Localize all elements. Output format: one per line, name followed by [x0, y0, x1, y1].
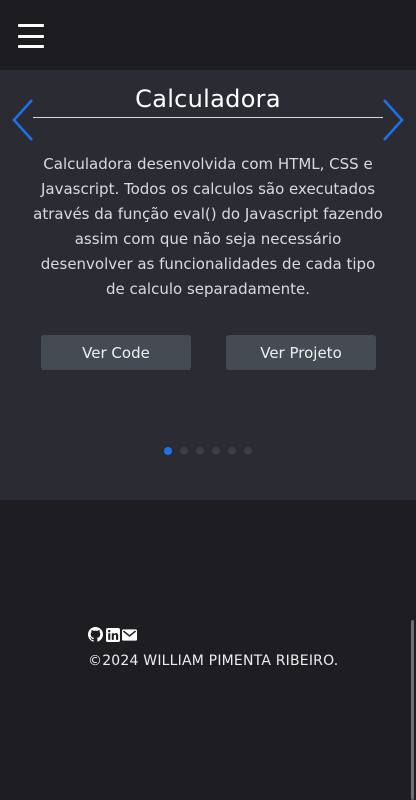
carousel-dot-1[interactable]: [164, 447, 172, 455]
projects-carousel: Calculadora Calculadora desenvolvida com…: [0, 70, 416, 500]
mail-icon[interactable]: [122, 627, 137, 642]
hamburger-menu-icon[interactable]: [18, 24, 46, 48]
carousel-dot-4[interactable]: [212, 447, 220, 455]
github-icon[interactable]: [88, 627, 103, 642]
scrollbar-thumb[interactable]: [411, 620, 414, 800]
menu-line: [18, 34, 44, 38]
slide-title: Calculadora: [33, 82, 383, 118]
menu-line: [18, 24, 44, 27]
slide-description: Calculadora desenvolvida com HTML, CSS e…: [33, 155, 383, 298]
carousel-dot-6[interactable]: [244, 447, 252, 455]
carousel-dot-2[interactable]: [180, 447, 188, 455]
view-project-button[interactable]: Ver Projeto: [226, 335, 376, 370]
carousel-dot-3[interactable]: [196, 447, 204, 455]
chevron-right-icon[interactable]: [378, 96, 408, 144]
copyright-text: ©2024 WILLIAM PIMENTA RIBEIRO.: [88, 653, 339, 669]
view-code-button[interactable]: Ver Code: [41, 335, 191, 370]
linkedin-icon[interactable]: [105, 627, 120, 642]
carousel-indicators: [164, 447, 252, 455]
social-links: [88, 627, 137, 642]
top-bar: [0, 0, 416, 70]
menu-line: [18, 45, 44, 48]
carousel-dot-5[interactable]: [228, 447, 236, 455]
